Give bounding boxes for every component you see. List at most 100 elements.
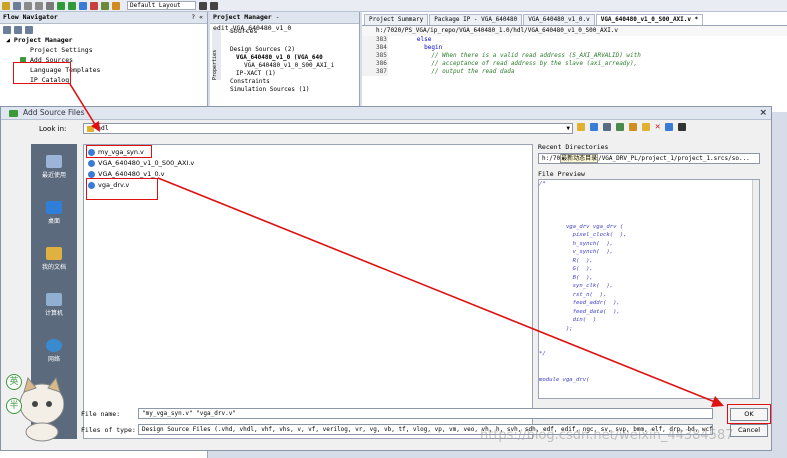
tree-item[interactable]: Design Sources (2) (230, 46, 359, 54)
refresh-icon[interactable] (590, 123, 598, 131)
file-path: h:/7020/PS_VGA/ip_repo/VGA_640480_1.0/hd… (362, 26, 787, 36)
new-folder-icon[interactable] (616, 123, 624, 131)
verilog-file-icon (88, 159, 95, 167)
place-label: 桌面 (47, 218, 60, 225)
collapse-icon[interactable] (14, 26, 22, 34)
program-icon[interactable] (79, 1, 87, 10)
recent-directories-select[interactable]: h:/70最新动态目录/VGA_DRV_PL/project_1/project… (538, 153, 760, 164)
computer-icon (46, 293, 62, 306)
line-text[interactable]: // acceptance of read address by the sla… (388, 60, 637, 68)
place-label: 最近使用 (41, 172, 66, 179)
sources-tree: Design Sources (2) VGA_640480_v1_0 (VGA_… (210, 36, 359, 94)
preview-line: v_synch( ), (539, 249, 614, 255)
line-text[interactable]: begin (388, 44, 442, 52)
copy-icon[interactable] (24, 1, 32, 10)
file-preview[interactable]: /* vga_drv vga_drv ( pixel_clock( ), h_s… (538, 179, 760, 399)
place-desktop[interactable]: 桌面 (31, 190, 77, 236)
run-all-icon[interactable] (68, 1, 76, 10)
preview-line: h_synch( ), (539, 240, 614, 247)
home-icon[interactable] (603, 123, 611, 131)
file-name-input[interactable]: "my_vga_syn.v" "vga_drv.v" (138, 408, 713, 419)
tab-vga-v1[interactable]: VGA_640480_v1_0.v (523, 14, 595, 25)
tree-item[interactable]: IP-XACT (1) (230, 70, 359, 78)
flow-section-project-manager[interactable]: ◢ Project Manager (0, 35, 207, 45)
run-icon[interactable] (57, 1, 65, 10)
save-icon[interactable] (13, 1, 21, 10)
panel-controls[interactable]: ? « (191, 12, 203, 23)
highlight-ok (727, 404, 771, 424)
file-list: my_vga_syn.v VGA_640480_v1_0_S00_AXI.v V… (83, 144, 533, 439)
project-manager-panel: Project Manager - edit_VGA_640480_v1_0 S… (210, 12, 360, 112)
editor-tabs: Project Summary Package IP - VGA_640480 … (362, 12, 787, 26)
code-line: 386 // acceptance of read address by the… (362, 60, 787, 68)
sync-icon[interactable] (665, 123, 674, 131)
flow-section-label: Project Manager (13, 36, 73, 44)
watermark: https://blog.csdn.net/weixin_44384587 (480, 428, 734, 443)
open-folder-icon[interactable] (642, 123, 650, 131)
tree-item[interactable]: Constraints (230, 78, 359, 86)
preview-line: feed_data( ), (539, 308, 620, 315)
expand-icon[interactable] (25, 26, 33, 34)
line-text[interactable]: // When there is a valid read address (S… (388, 52, 641, 60)
flow-navigator-header: Flow Navigator ? « (0, 12, 207, 24)
sum-icon[interactable] (101, 1, 109, 10)
flow-navigator-title: Flow Navigator (3, 13, 58, 21)
preview-scrollbar[interactable] (752, 180, 759, 398)
recent-value: h:/70 (542, 155, 561, 162)
preview-line: /* (539, 181, 546, 187)
ime-halfwidth-toggle[interactable]: 半 (6, 398, 22, 414)
place-computer[interactable]: 计算机 (31, 282, 77, 328)
tree-item[interactable]: Simulation Sources (1) (230, 86, 359, 94)
line-text[interactable]: // output the read dada (388, 68, 514, 76)
pointer-icon[interactable] (209, 1, 218, 10)
chevron-down-icon[interactable]: ▼ (566, 124, 570, 133)
properties-side-tab[interactable]: Properties (212, 30, 221, 80)
open-project-icon[interactable] (2, 1, 10, 10)
cancel-button[interactable]: Cancel (730, 424, 768, 437)
preview-line (539, 214, 759, 223)
recent-icon (46, 155, 62, 168)
close-icon[interactable]: × (759, 107, 767, 119)
up-folder-icon[interactable] (577, 123, 585, 131)
look-in-select[interactable]: hdl ▼ (83, 123, 573, 134)
delete-icon[interactable]: ✕ (655, 123, 660, 132)
report-icon[interactable] (112, 1, 120, 10)
paste-icon[interactable] (35, 1, 43, 10)
delete-icon[interactable] (46, 1, 54, 10)
view-mode-icon[interactable] (678, 123, 687, 131)
preview-line (539, 206, 759, 215)
file-type-label: Files of type: (81, 426, 136, 434)
bookmark-icon[interactable] (629, 123, 637, 131)
recent-rest: /VGA_DRV_PL/project_1/project_1.srcs/so.… (598, 155, 750, 162)
line-text[interactable]: else (388, 36, 431, 44)
preview-line: pixel_clock( ), (539, 232, 627, 238)
place-documents[interactable]: 我的文档 (31, 236, 77, 282)
place-recent[interactable]: 最近使用 (31, 144, 77, 190)
place-label: 网络 (47, 356, 60, 363)
file-name-label: File name: (81, 410, 121, 418)
settings-icon[interactable] (90, 1, 98, 10)
place-label: 我的文档 (41, 264, 66, 271)
flow-item-project-settings[interactable]: Project Settings (0, 45, 207, 55)
line-number: 384 (362, 44, 388, 52)
tab-vga-s00-axi[interactable]: VGA_640480_v1_0_S00_AXI.v * (595, 14, 704, 25)
preview-line: module vga_drv( (539, 376, 590, 383)
main-toolbar: Default Layout (0, 0, 787, 12)
file-item[interactable]: VGA_640480_v1_0_S00_AXI.v (88, 158, 194, 168)
layout-select[interactable]: Default Layout (127, 1, 196, 10)
preview-line (539, 197, 759, 206)
flow-tools (0, 24, 207, 35)
code-lines: 383 else 384 begin 385 // When there is … (362, 36, 787, 76)
search-icon[interactable] (3, 26, 11, 34)
tab-project-summary[interactable]: Project Summary (364, 14, 429, 25)
zoom-icon[interactable] (198, 1, 207, 10)
ime-english-toggle[interactable]: 英 (6, 374, 22, 390)
line-number: 387 (362, 68, 388, 76)
preview-line: G( ), (539, 266, 593, 272)
tree-item[interactable]: VGA_640480_v1_0 (VGA_640 (230, 54, 359, 62)
preview-line: syn_clk( ), (539, 283, 614, 289)
tab-package-ip[interactable]: Package IP - VGA_640480 (429, 14, 523, 25)
highlight-vga-drv (86, 178, 158, 200)
place-label: 计算机 (44, 310, 63, 317)
tree-item[interactable]: VGA_640480_v1_0_S00_AXI_i (230, 62, 359, 70)
